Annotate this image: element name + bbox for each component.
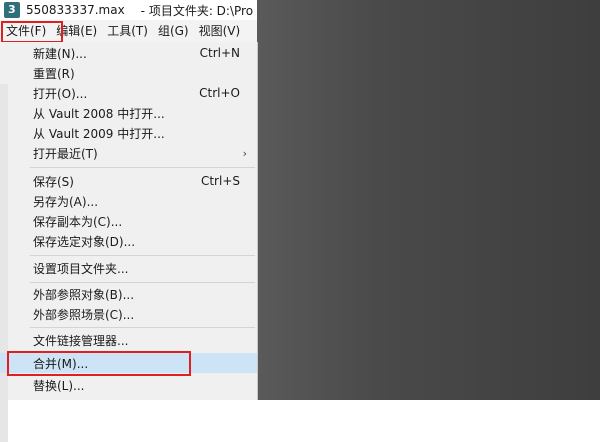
menu-item-xref-scene[interactable]: 外部参照场景(C)... <box>0 304 257 324</box>
menu-edit[interactable]: 编辑(E) <box>51 20 102 42</box>
menu-item-save-selected[interactable]: 保存选定对象(D)... <box>0 231 257 251</box>
menu-item-label: 保存选定对象(D)... <box>33 234 136 249</box>
menu-item-label: 设置项目文件夹... <box>33 261 129 276</box>
app-icon <box>4 2 20 18</box>
menu-item-set-project-folder[interactable]: 设置项目文件夹... <box>0 258 257 278</box>
menu-item-label: 外部参照对象(B)... <box>33 287 135 302</box>
menu-view[interactable]: 视图(V) <box>194 20 246 42</box>
menu-item-reset[interactable]: 重置(R) <box>0 63 257 83</box>
menu-item-label: 从 Vault 2008 中打开... <box>33 106 165 121</box>
menu-separator <box>30 167 255 168</box>
menu-item-xref-objects[interactable]: 外部参照对象(B)... <box>0 284 257 304</box>
menu-item-label: 保存副本为(C)... <box>33 214 123 229</box>
menu-item-label: 另存为(A)... <box>33 194 99 209</box>
menu-group[interactable]: 组(G) <box>153 20 194 42</box>
menu-separator <box>30 327 255 328</box>
menu-item-shortcut: Ctrl+S <box>200 174 240 188</box>
title-bar: 550833337.max - 项目文件夹: D:\Pro <box>0 0 257 20</box>
menu-item-open[interactable]: 打开(O)... Ctrl+O <box>0 83 257 103</box>
menu-item-label: 保存(S) <box>33 174 74 189</box>
menu-item-label: 从 Vault 2009 中打开... <box>33 126 165 141</box>
menu-item-new[interactable]: 新建(N)... Ctrl+N <box>0 43 257 63</box>
viewport-background <box>257 0 600 400</box>
menu-item-save[interactable]: 保存(S) Ctrl+S <box>0 171 257 191</box>
menu-bar: 文件(F) 编辑(E) 工具(T) 组(G) 视图(V) <box>0 20 257 42</box>
menu-separator <box>30 255 255 256</box>
menu-item-shortcut: Ctrl+O <box>199 86 240 100</box>
file-menu-dropdown: 新建(N)... Ctrl+N 重置(R) 打开(O)... Ctrl+O 从 … <box>0 42 258 442</box>
menu-item-label: 替换(L)... <box>33 378 85 393</box>
menu-item-label: 重置(R) <box>33 66 75 81</box>
menu-tools[interactable]: 工具(T) <box>102 20 153 42</box>
menu-item-open-vault-2009[interactable]: 从 Vault 2009 中打开... <box>0 123 257 143</box>
menu-item-label: 文件链接管理器... <box>33 333 129 348</box>
window-title-file: 550833337.max <box>26 3 125 17</box>
menu-item-replace[interactable]: 替换(L)... <box>0 375 257 395</box>
menu-item-save-as[interactable]: 另存为(A)... <box>0 191 257 211</box>
menu-item-save-copy-as[interactable]: 保存副本为(C)... <box>0 211 257 231</box>
menu-item-file-link-manager[interactable]: 文件链接管理器... <box>0 330 257 350</box>
menu-item-open-recent[interactable]: 打开最近(T) › <box>0 143 257 163</box>
window-title-project: - 项目文件夹: D:\Pro <box>140 3 254 18</box>
menu-item-label: 外部参照场景(C)... <box>33 307 135 322</box>
menu-file[interactable]: 文件(F) <box>0 20 51 42</box>
menu-item-label: 打开(O)... <box>33 86 88 101</box>
menu-item-label: 合并(M)... <box>33 356 89 371</box>
menu-item-merge[interactable]: 合并(M)... <box>0 353 257 373</box>
menu-item-open-vault-2008[interactable]: 从 Vault 2008 中打开... <box>0 103 257 123</box>
menu-separator <box>30 282 255 283</box>
menu-item-label: 新建(N)... <box>33 46 87 61</box>
chevron-right-icon: › <box>242 146 247 160</box>
menu-item-label: 打开最近(T) <box>33 146 98 161</box>
menu-item-shortcut: Ctrl+N <box>199 46 240 60</box>
